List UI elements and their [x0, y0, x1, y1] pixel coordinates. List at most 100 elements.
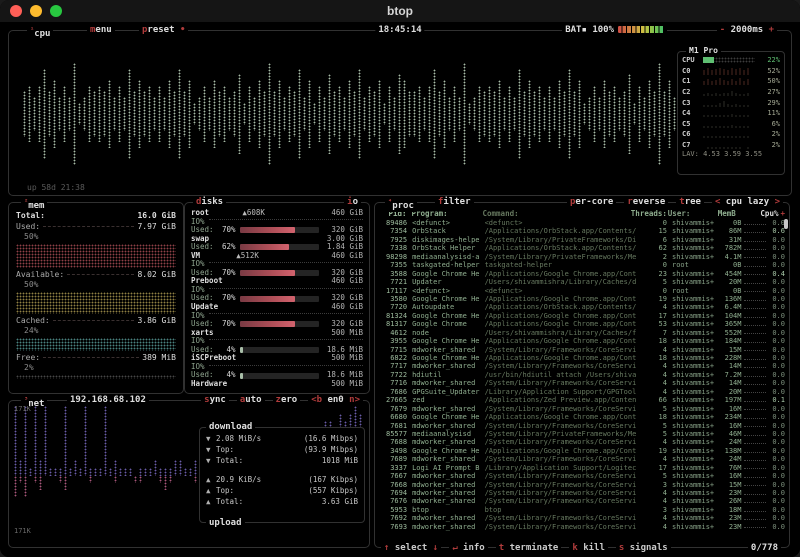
proc-table-row[interactable]: 7925diskimages-helpe/System/Library/Priv…	[381, 236, 785, 244]
proc-mem-graph	[744, 313, 765, 318]
kill-button[interactable]: k kill	[569, 542, 608, 554]
col-cpu[interactable]: Cpu%	[760, 209, 779, 218]
col-memb[interactable]: MemB	[711, 209, 736, 218]
select-control[interactable]: ↑ select ↓	[381, 542, 441, 554]
proc-table-row[interactable]: 4612node/Users/shivammishra/Library/Cach…	[381, 329, 785, 337]
net-sync-toggle[interactable]: sync	[201, 394, 229, 406]
proc-table-row[interactable]: 7717mdworker_shared/System/Library/Frame…	[381, 362, 785, 370]
proc-table-row[interactable]: 7354OrbStack/Applications/OrbStack.app/C…	[381, 227, 785, 235]
mem-box-title[interactable]: ²mem	[21, 196, 47, 212]
proc-table-row[interactable]: 98298mediaanalysisd-a/System/Library/Pri…	[381, 253, 785, 261]
graph-column	[583, 103, 586, 126]
disk-size: 500 MiB	[331, 380, 363, 389]
proc-table-row[interactable]: 89486<defunct><defunct>0shivammis+0B0.0	[381, 219, 785, 227]
proc-table-row[interactable]: 81317Google Chrome/Applications/Google C…	[381, 320, 785, 328]
proc-table-row[interactable]: 6680Google Chrome He/Applications/Google…	[381, 413, 785, 421]
proc-user: shivammis+	[672, 396, 716, 404]
tree-toggle[interactable]: tree	[676, 196, 704, 208]
proc-table-row[interactable]: 17117<defunct><defunct>0root0B0.0	[381, 287, 785, 295]
menu-button[interactable]: menu	[87, 24, 115, 36]
col-user[interactable]: User:	[668, 209, 711, 218]
per-core-toggle[interactable]: per-core	[567, 196, 616, 208]
proc-table-row[interactable]: 3955Google Chrome He/Applications/Google…	[381, 337, 785, 345]
proc-table-row[interactable]: 7692mdworker_shared/System/Library/Frame…	[381, 514, 785, 522]
proc-table-row[interactable]: 7715mdworker_shared/System/Library/Frame…	[381, 346, 785, 354]
net-interface-selector[interactable]: <b en0 n>	[308, 394, 363, 406]
proc-table-row[interactable]: 3580Google Chrome He/Applications/Google…	[381, 295, 785, 303]
proc-table-row[interactable]: 7686GPGSuite_Updater/Library/Application…	[381, 388, 785, 396]
proc-table-row[interactable]: 7681mdworker_shared/System/Library/Frame…	[381, 422, 785, 430]
proc-cpu: 0.0	[766, 329, 785, 337]
minimize-button[interactable]	[30, 5, 42, 17]
close-button[interactable]	[10, 5, 22, 17]
proc-command: /System/Library/Frameworks/CoreServi	[485, 481, 637, 489]
reverse-toggle[interactable]: reverse	[624, 196, 668, 208]
preset-button[interactable]: preset •	[139, 24, 188, 36]
graph-column	[553, 97, 556, 131]
proc-table-row[interactable]: 7720Autoupdate/Applications/OrbStack.app…	[381, 303, 785, 311]
core-usage-graph	[703, 109, 755, 117]
graph-column	[723, 101, 725, 106]
proc-table-row[interactable]: 7355taskgated-helpertaskgated-helper0roo…	[381, 261, 785, 269]
proc-command: /System/Library/PrivateFrameworks/Me	[485, 253, 637, 261]
proc-pid: 17117	[381, 287, 407, 295]
proc-table-row[interactable]: 81324Google Chrome He/Applications/Googl…	[381, 312, 785, 320]
interval-increase-button[interactable]: +	[769, 25, 774, 35]
proc-scrollbar[interactable]	[784, 219, 788, 229]
interval-decrease-button[interactable]: -	[720, 25, 725, 35]
filter-button[interactable]: filter	[435, 196, 474, 208]
proc-mem-graph	[744, 304, 765, 309]
io-mode-toggle[interactable]: io	[344, 196, 361, 208]
proc-table-row[interactable]: 3588Google Chrome He/Applications/Google…	[381, 270, 785, 278]
graph-column	[194, 460, 197, 475]
proc-table-row[interactable]: 7721Updater/Users/shivammishra/Library/C…	[381, 278, 785, 286]
mem-field-percent: 24%	[16, 326, 176, 337]
proc-table-row[interactable]: 5953btopbtop3shivammis+18M0.0	[381, 506, 785, 514]
proc-table-row[interactable]: 7722hdiutil/usr/bin/hdiutil attach /User…	[381, 371, 785, 379]
graph-column	[735, 81, 737, 85]
proc-table-row[interactable]: 7716mdworker_shared/System/Library/Frame…	[381, 379, 785, 387]
proc-table-row[interactable]: 7338OrbStack Helper/Applications/OrbStac…	[381, 244, 785, 252]
disk-used-bar	[240, 244, 319, 250]
proc-table-row[interactable]: 27665zed/Applications/Zed Preview.app/Co…	[381, 396, 785, 404]
proc-table-row[interactable]: 3337Logi AI Prompt B/Library/Application…	[381, 464, 785, 472]
proc-table-row[interactable]: 7667mdworker_shared/System/Library/Frame…	[381, 472, 785, 480]
graph-column	[193, 103, 196, 126]
graph-column	[84, 406, 87, 476]
graph-column	[735, 126, 737, 128]
proc-mem: 184M	[716, 337, 741, 345]
col-program[interactable]: Program:	[412, 209, 480, 218]
proc-table-row[interactable]: 7676mdworker_shared/System/Library/Frame…	[381, 497, 785, 505]
disks-box-title[interactable]: disks	[193, 196, 226, 208]
proc-pid: 7720	[381, 303, 407, 311]
signals-button[interactable]: s signals	[616, 542, 671, 554]
core-usage-graph	[703, 99, 755, 107]
proc-table-row[interactable]: 7689mdworker_shared/System/Library/Frame…	[381, 455, 785, 463]
proc-table-row[interactable]: 7694mdworker_shared/System/Library/Frame…	[381, 489, 785, 497]
graph-column	[198, 97, 201, 131]
zoom-button[interactable]	[50, 5, 62, 17]
proc-table-row[interactable]: 3498Google Chrome He/Applications/Google…	[381, 447, 785, 455]
sort-selector[interactable]: < cpu lazy >	[712, 196, 783, 208]
graph-column	[707, 79, 709, 85]
col-threads[interactable]: Threads:	[631, 209, 663, 218]
proc-table-row[interactable]: 85577mediaanalysisd/System/Library/Priva…	[381, 430, 785, 438]
proc-pid: 7668	[381, 481, 407, 489]
upload-stat-label: Total:	[216, 497, 243, 506]
proc-table-row[interactable]: 7679mdworker_shared/System/Library/Frame…	[381, 405, 785, 413]
core-usage-graph	[703, 141, 755, 149]
graph-column	[59, 476, 62, 483]
terminate-button[interactable]: t terminate	[496, 542, 562, 554]
proc-table-row[interactable]: 6822Google Chrome He/Applications/Google…	[381, 354, 785, 362]
proc-box-title[interactable]: ⁴proc	[385, 196, 417, 212]
info-button[interactable]: ↵ info	[449, 542, 488, 554]
proc-user: shivammis+	[672, 506, 716, 514]
net-zero-toggle[interactable]: zero	[273, 394, 301, 406]
cpu-box-title[interactable]: ¹cpu	[27, 24, 53, 40]
col-command[interactable]: Command:	[483, 209, 631, 218]
proc-table-row[interactable]: 7668mdworker_shared/System/Library/Frame…	[381, 481, 785, 489]
proc-table-row[interactable]: 7693mdworker_shared/System/Library/Frame…	[381, 523, 785, 531]
net-auto-toggle[interactable]: auto	[237, 394, 265, 406]
graph-column	[711, 115, 713, 117]
proc-table-row[interactable]: 7688mdworker_shared/System/Library/Frame…	[381, 438, 785, 446]
